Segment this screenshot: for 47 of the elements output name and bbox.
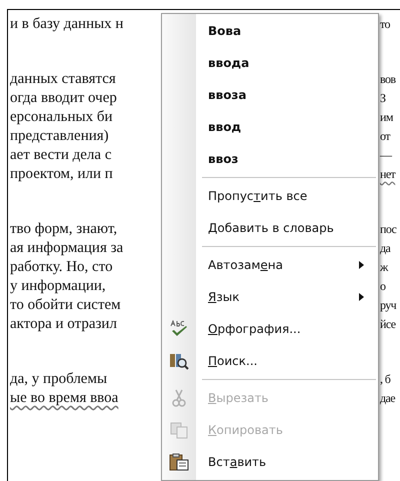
menu-item[interactable]: Язык [162, 281, 378, 313]
paste-icon [169, 453, 189, 471]
suggestion-item[interactable]: ввоза [162, 79, 378, 111]
document-text: пос [380, 221, 396, 238]
document-text: проектом, или п [10, 165, 114, 184]
document-text: да, у проблемы [10, 370, 108, 389]
document-text: ерсональных би [10, 108, 114, 127]
copy-icon [169, 421, 189, 439]
menu-item[interactable]: Добавить в словарь [162, 212, 378, 244]
document-text: нет [380, 166, 396, 183]
document-text: З [380, 90, 386, 107]
document-text: йсе [380, 316, 396, 333]
document-text: и в базу данных н [10, 15, 124, 34]
document-text: тво форм, знают, [10, 220, 118, 239]
suggestion-item[interactable]: ввода [162, 47, 378, 79]
document-text: о [380, 278, 386, 295]
submenu-arrow-icon [359, 293, 364, 301]
document-text: огда вводит очер [10, 89, 118, 108]
document-text: вов [380, 71, 396, 88]
document-text: от [380, 128, 390, 145]
suggestion-item[interactable]: ввод [162, 111, 378, 143]
menu-item[interactable]: Поиск... [162, 345, 378, 377]
document-text: у информации, [10, 277, 107, 296]
menu-item[interactable]: Вставить [162, 446, 378, 478]
document-text: — [380, 147, 392, 164]
document-text: ает вести дела с [10, 146, 112, 165]
document-text: то [380, 16, 390, 33]
document-text: да [380, 240, 390, 257]
document-text: работку. Но, сто [10, 258, 114, 277]
menu-item[interactable]: Орфография... [162, 313, 378, 345]
suggestion-item[interactable]: ввоз [162, 143, 378, 175]
document-text: дае [380, 390, 395, 407]
document-text: актора и отразил [10, 315, 118, 334]
menu-item[interactable]: Пропустить все [162, 180, 378, 212]
document-text: ж [380, 259, 388, 276]
document-text: ая информация за [10, 239, 124, 258]
document-text: данных ставятся [10, 70, 117, 89]
menu-item[interactable]: Автозамена [162, 249, 378, 281]
document-text: то обойти систем [10, 296, 122, 315]
document-text: представления) [10, 127, 110, 146]
spell-check-icon [169, 320, 189, 338]
document-text: ые во время ввоа [10, 389, 120, 408]
document-text: руч [380, 297, 396, 314]
submenu-arrow-icon [359, 261, 364, 269]
suggestion-item[interactable]: Вова [162, 15, 378, 47]
document-text: им [380, 109, 393, 126]
document-text: , б [380, 371, 390, 388]
